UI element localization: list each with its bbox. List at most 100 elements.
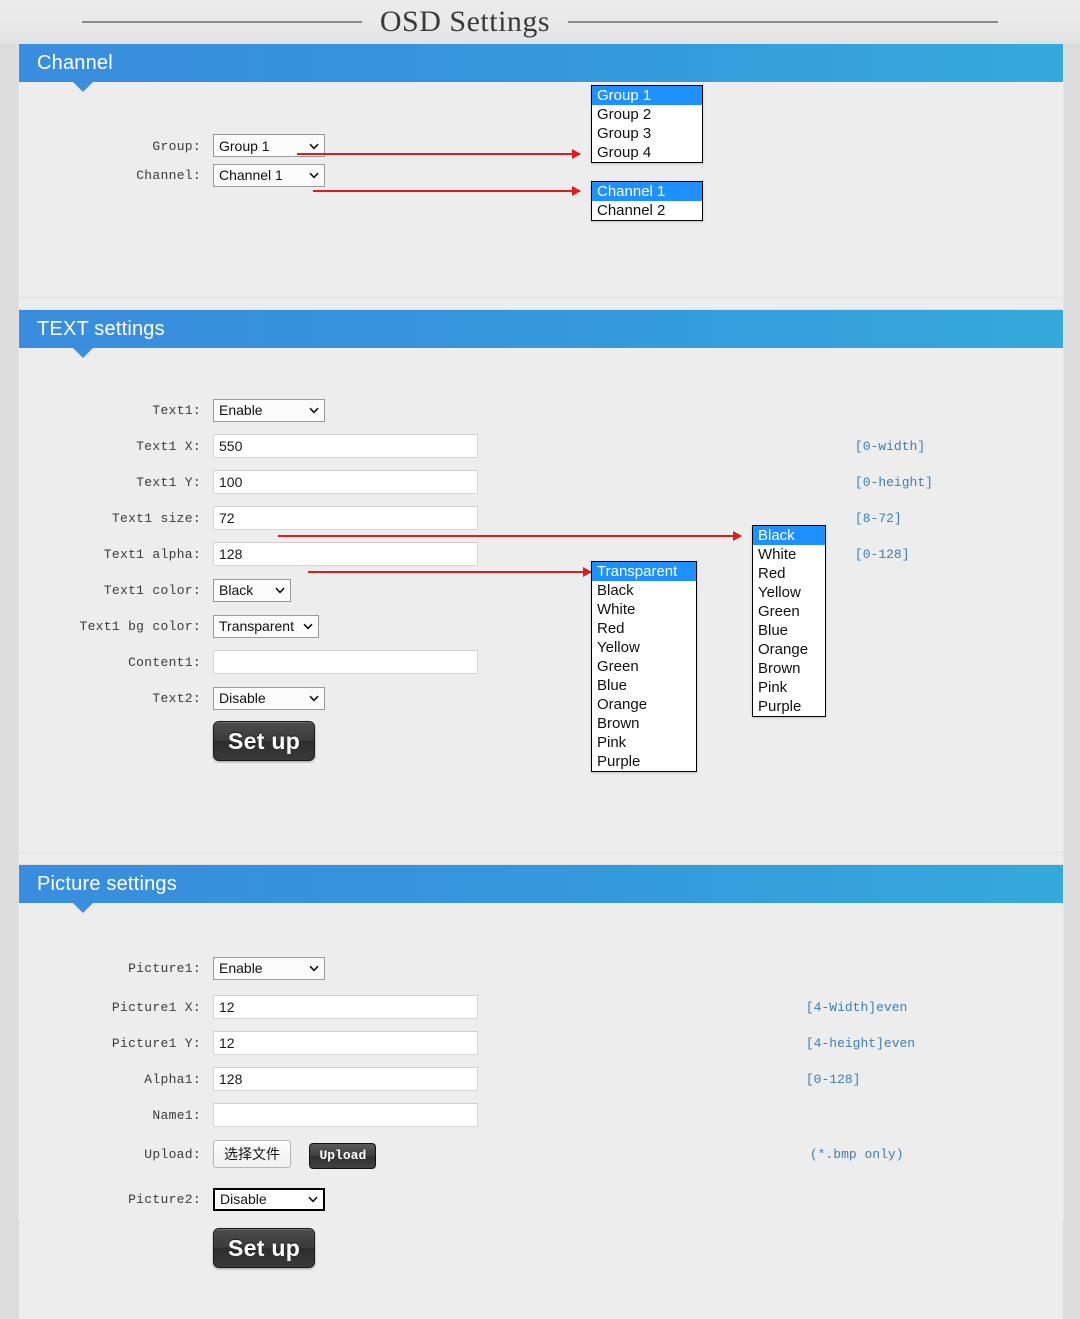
select-picture1-enable[interactable]: Enable bbox=[213, 956, 325, 980]
option-item[interactable]: Pink bbox=[753, 678, 825, 697]
option-list-text1-bg-color[interactable]: Transparent Black White Red Yellow Green Blue O… bbox=[591, 561, 697, 772]
hint-text1-x: [0-width] bbox=[854, 439, 926, 454]
option-item[interactable]: Yellow bbox=[753, 583, 825, 602]
hint-text1-y: [0-height] bbox=[854, 475, 933, 490]
upload-button[interactable]: Upload bbox=[309, 1142, 377, 1169]
form-row-text-setup: Set up bbox=[19, 716, 1063, 766]
form-row-text2: Text2: Disable bbox=[19, 680, 1063, 716]
option-item[interactable]: Black bbox=[753, 526, 825, 545]
section-header-text: TEXT settings bbox=[19, 310, 1063, 358]
section-divider bbox=[19, 297, 1063, 310]
input-picture1-y[interactable] bbox=[213, 1031, 478, 1055]
select-channel[interactable]: Channel 1 bbox=[213, 163, 325, 187]
select-text1-bg-color[interactable]: Transparent bbox=[213, 614, 319, 638]
option-item[interactable]: Channel 1 bbox=[592, 182, 702, 201]
label-upload: Upload: bbox=[144, 1147, 201, 1162]
label-channel: Channel: bbox=[136, 168, 201, 183]
label-text1-color: Text1 color: bbox=[103, 583, 201, 598]
option-item[interactable]: Blue bbox=[753, 621, 825, 640]
section-channel: Channel Group: Group 1 Channel: Channel … bbox=[19, 44, 1063, 297]
label-text1-y: Text1 Y: bbox=[136, 475, 201, 490]
option-item[interactable]: Red bbox=[753, 564, 825, 583]
choose-file-button[interactable]: 选择文件 bbox=[213, 1139, 291, 1168]
form-row-picture1: Picture1: Enable bbox=[19, 947, 1063, 989]
hint-picture1-y: [4-height]even bbox=[805, 1036, 916, 1051]
title-rule-left bbox=[81, 21, 362, 23]
chevron-down-icon bbox=[303, 623, 313, 630]
select-text1-enable[interactable]: Enable bbox=[213, 398, 325, 422]
label-text1: Text1: bbox=[152, 403, 201, 418]
option-item[interactable]: White bbox=[753, 545, 825, 564]
option-item[interactable]: Purple bbox=[753, 697, 825, 716]
select-text1-bg-color-value: Transparent bbox=[219, 618, 294, 634]
section-body-picture: Picture1: Enable Picture1 X: [ bbox=[19, 947, 1063, 1319]
option-item[interactable]: Brown bbox=[592, 714, 696, 733]
option-item[interactable]: Black bbox=[592, 581, 696, 600]
select-picture1-value: Enable bbox=[219, 960, 263, 976]
chevron-down-icon bbox=[308, 1196, 318, 1203]
option-item[interactable]: White bbox=[592, 600, 696, 619]
option-list-channel[interactable]: Channel 1 Channel 2 bbox=[591, 181, 703, 221]
option-item[interactable]: Pink bbox=[592, 733, 696, 752]
option-item[interactable]: Green bbox=[592, 657, 696, 676]
select-picture2-enable[interactable]: Disable bbox=[213, 1187, 325, 1211]
form-row-text1-y: Text1 Y: [0-height] bbox=[19, 464, 1063, 500]
form-row-text1-color: Text1 color: Black bbox=[19, 572, 1063, 608]
form-row-text1-size: Text1 size: [8-72] bbox=[19, 500, 1063, 536]
hint-alpha1: [0-128] bbox=[805, 1072, 861, 1087]
select-text1-color[interactable]: Black bbox=[213, 578, 291, 602]
option-item[interactable]: Group 2 bbox=[592, 105, 702, 124]
option-item[interactable]: Orange bbox=[753, 640, 825, 659]
option-list-group[interactable]: Group 1 Group 2 Group 3 Group 4 bbox=[591, 85, 703, 163]
input-alpha1[interactable] bbox=[213, 1067, 478, 1091]
label-picture1: Picture1: bbox=[128, 961, 201, 976]
option-item[interactable]: Purple bbox=[592, 752, 696, 771]
option-item[interactable]: Group 1 bbox=[592, 86, 702, 105]
form-row-picture1-y: Picture1 Y: [4-height]even bbox=[19, 1025, 1063, 1061]
form-row-text1-bg-color: Text1 bg color: Transparent bbox=[19, 608, 1063, 644]
input-text1-x[interactable] bbox=[213, 434, 478, 458]
option-item[interactable]: Brown bbox=[753, 659, 825, 678]
option-item[interactable]: Orange bbox=[592, 695, 696, 714]
option-list-text1-color[interactable]: Black White Red Yellow Green Blue Orange Brown P… bbox=[752, 525, 826, 717]
input-text1-alpha[interactable] bbox=[213, 542, 478, 566]
label-content1: Content1: bbox=[128, 655, 201, 670]
chevron-down-icon bbox=[309, 965, 319, 972]
label-name1: Name1: bbox=[152, 1108, 201, 1123]
section-title-text: TEXT settings bbox=[37, 317, 165, 340]
input-content1[interactable] bbox=[213, 650, 478, 674]
option-item[interactable]: Red bbox=[592, 619, 696, 638]
select-text2-enable[interactable]: Disable bbox=[213, 686, 325, 710]
chevron-down-icon bbox=[309, 695, 319, 702]
arrow-text1-bg-color-to-options bbox=[308, 567, 592, 577]
label-picture1-x: Picture1 X: bbox=[111, 1000, 201, 1015]
setup-button-picture[interactable]: Set up bbox=[213, 1228, 316, 1268]
option-item[interactable]: Blue bbox=[592, 676, 696, 695]
hint-upload-format: (*.bmp only) bbox=[809, 1147, 904, 1162]
chevron-down-icon bbox=[309, 143, 319, 150]
input-picture1-x[interactable] bbox=[213, 995, 478, 1019]
option-item[interactable]: Yellow bbox=[592, 638, 696, 657]
section-divider bbox=[19, 852, 1063, 865]
chevron-down-icon bbox=[275, 587, 285, 594]
setup-button-text[interactable]: Set up bbox=[213, 721, 316, 761]
input-text1-y[interactable] bbox=[213, 470, 478, 494]
arrow-channel-to-options bbox=[313, 186, 581, 196]
form-row-upload: Upload: 选择文件 Upload (*.bmp only) bbox=[19, 1133, 1063, 1175]
hint-picture1-x: [4-Width]even bbox=[805, 1000, 908, 1015]
page-body: Channel Group: Group 1 Channel: Channel … bbox=[18, 44, 1064, 1319]
option-item[interactable]: Channel 2 bbox=[592, 201, 702, 220]
section-header-picture: Picture settings bbox=[19, 865, 1063, 913]
title-rule-right bbox=[568, 21, 999, 23]
section-pointer-icon bbox=[73, 82, 93, 92]
option-item[interactable]: Transparent bbox=[592, 562, 696, 581]
input-name1[interactable] bbox=[213, 1103, 478, 1127]
form-row-picture2: Picture2: Disable bbox=[19, 1175, 1063, 1223]
label-picture1-y: Picture1 Y: bbox=[111, 1036, 201, 1051]
section-body-channel: Group: Group 1 Channel: Channel 1 bbox=[19, 134, 1063, 297]
option-item[interactable]: Green bbox=[753, 602, 825, 621]
option-item[interactable]: Group 3 bbox=[592, 124, 702, 143]
option-item[interactable]: Group 4 bbox=[592, 143, 702, 162]
input-text1-size[interactable] bbox=[213, 506, 478, 530]
arrow-group-to-options bbox=[297, 149, 581, 159]
